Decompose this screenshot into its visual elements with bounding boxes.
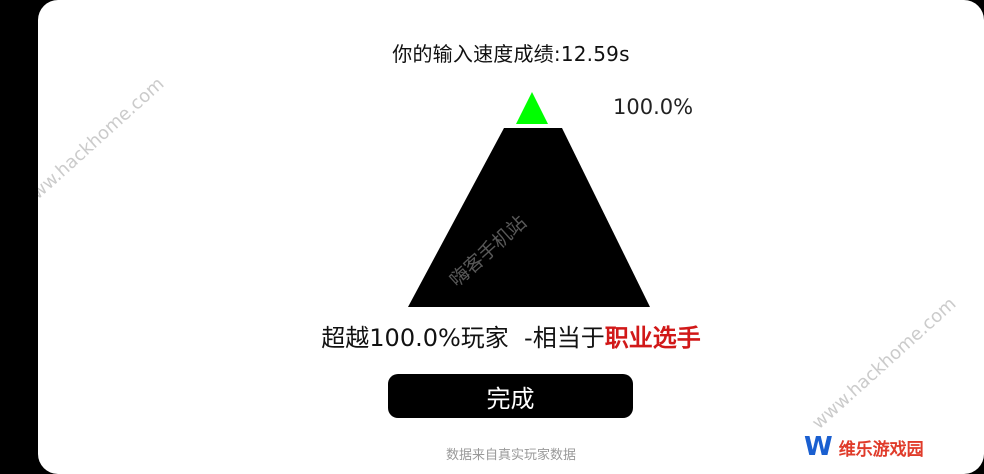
done-button-label: 完成 bbox=[486, 384, 535, 413]
logo-text: 维乐游戏园 bbox=[838, 439, 924, 460]
result-prefix: 超越 bbox=[321, 324, 370, 352]
watermark-url-right: www.hackhome.com bbox=[808, 293, 961, 434]
result-panel: 你的输入速度成绩:12.59s 100.0% 超越100.0%玩家 -相当于职业… bbox=[38, 0, 984, 474]
speed-score-label: 你的输入速度成绩: bbox=[392, 42, 561, 66]
result-percent: 100.0% bbox=[369, 324, 461, 352]
site-logo: W 维乐游戏园 bbox=[804, 432, 924, 462]
speed-score-title: 你的输入速度成绩:12.59s bbox=[38, 38, 984, 67]
speed-score-value: 12.59s bbox=[560, 42, 630, 66]
result-middle: 玩家 -相当于 bbox=[460, 324, 605, 352]
result-rank: 职业选手 bbox=[604, 324, 701, 352]
watermark-url-left: www.hackhome.com bbox=[38, 73, 169, 214]
pyramid-percent-label: 100.0% bbox=[613, 95, 694, 119]
pyramid-tip bbox=[516, 92, 548, 124]
pyramid-body bbox=[408, 128, 650, 307]
logo-w-icon: W bbox=[804, 432, 833, 462]
percentile-pyramid bbox=[408, 92, 650, 307]
result-summary: 超越100.0%玩家 -相当于职业选手 bbox=[38, 318, 984, 353]
done-button[interactable]: 完成 bbox=[388, 374, 633, 418]
